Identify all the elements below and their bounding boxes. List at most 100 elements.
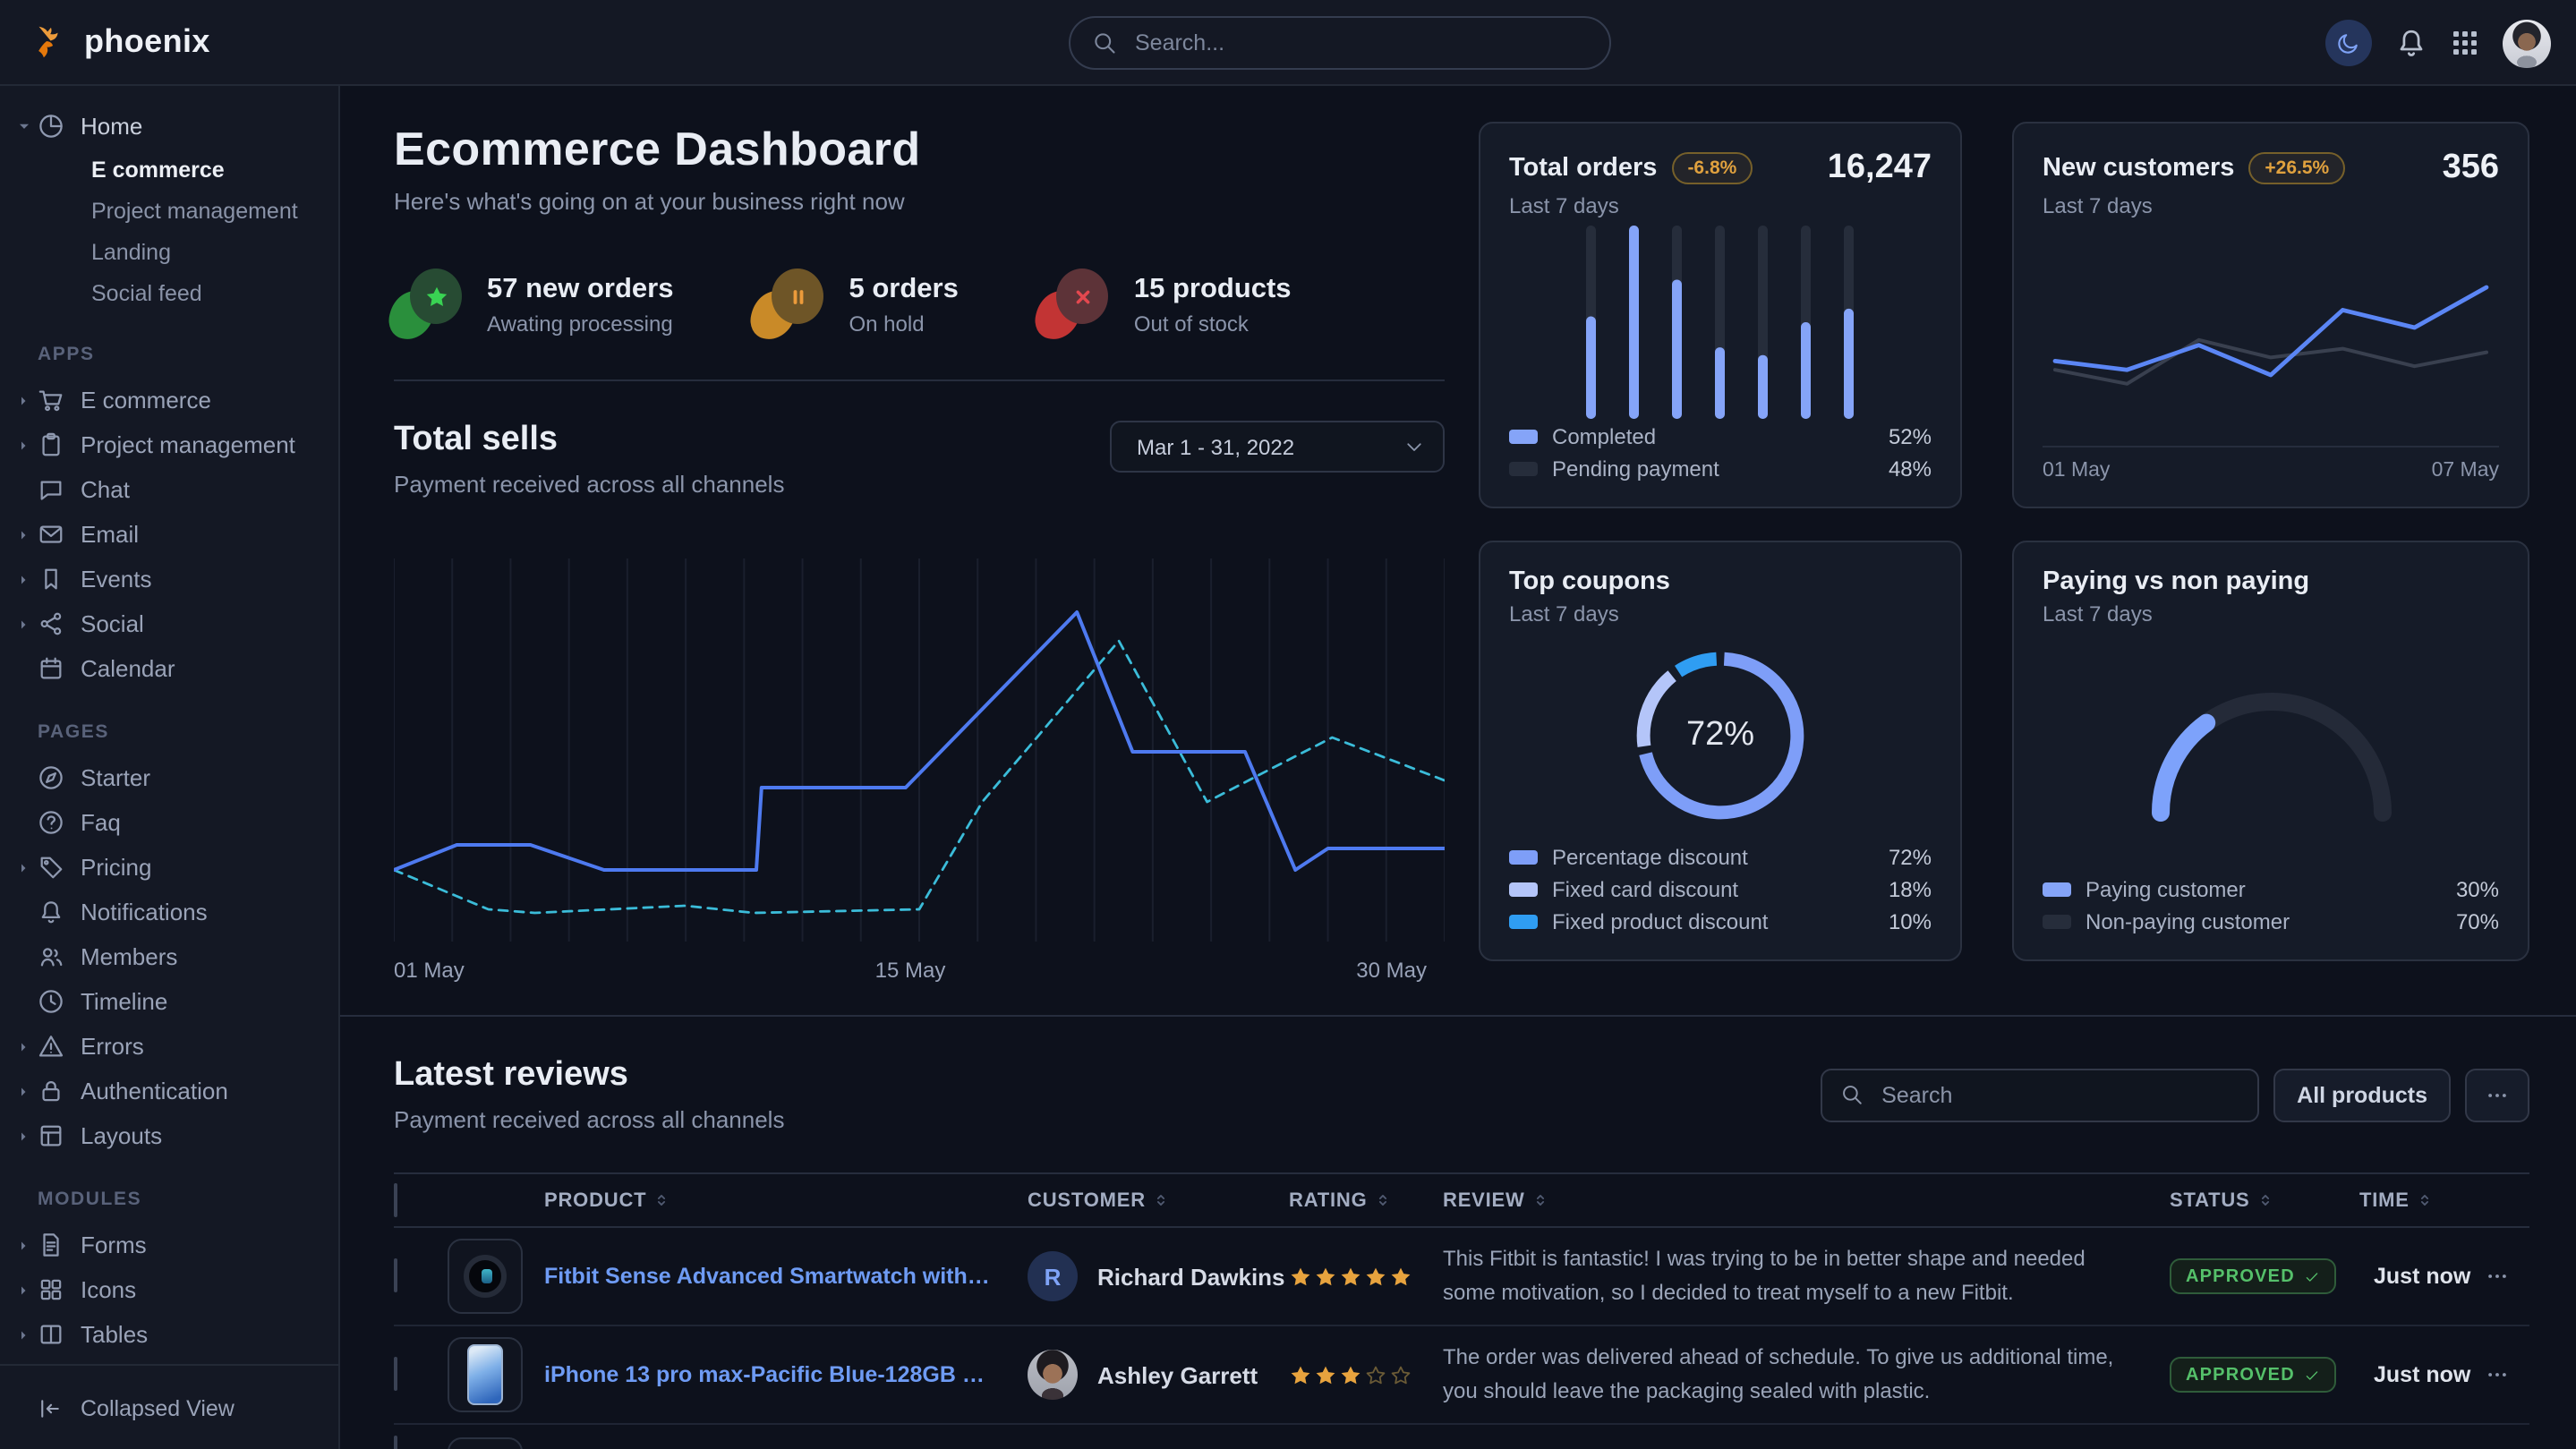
cart-icon [38, 387, 64, 413]
global-search-input[interactable] [1131, 29, 1588, 57]
column-header-status[interactable]: STATUS [2170, 1189, 2359, 1211]
total-orders-badge: -6.8% [1671, 152, 1753, 184]
legend-label: Pending payment [1552, 456, 1719, 482]
paying-gauge-chart [2043, 626, 2499, 877]
sidebar-item-social-feed[interactable]: Social feed [0, 272, 338, 313]
star-icon [1339, 1265, 1362, 1288]
sidebar: HomeE commerceProject managementLandingS… [0, 86, 340, 1449]
legend-value: 48% [1889, 456, 1932, 482]
customer-cell[interactable]: RRichard Dawkins [1028, 1251, 1289, 1301]
sidebar-item-faq[interactable]: Faq [0, 800, 338, 845]
reviews-search[interactable] [1821, 1068, 2259, 1121]
sidebar-item-layouts[interactable]: Layouts [0, 1113, 338, 1158]
product-thumbnail[interactable] [448, 1239, 523, 1314]
sidebar-item-members[interactable]: Members [0, 934, 338, 979]
product-thumbnail[interactable] [448, 1437, 523, 1449]
sidebar-item-timeline[interactable]: Timeline [0, 979, 338, 1024]
navbar-actions [2325, 0, 2551, 86]
watch-image [464, 1255, 507, 1298]
latest-reviews-section: Latest reviews Payment received across a… [340, 1015, 2576, 1449]
column-header-product[interactable]: PRODUCT [544, 1189, 1028, 1211]
reviews-table-header: PRODUCTCUSTOMER RATINGREVIEW STATUS TIME [394, 1172, 2529, 1228]
star-icon [1314, 1265, 1337, 1288]
caretright-icon [16, 1238, 30, 1252]
sidebar-item-label: E commerce [81, 387, 211, 413]
row-menu-button[interactable] [2467, 1264, 2529, 1289]
sidebar-item-components[interactable]: Components [0, 1357, 338, 1364]
bell-icon [2395, 27, 2427, 59]
sidebar-item-authentication[interactable]: Authentication [0, 1069, 338, 1113]
select-all-checkbox[interactable] [394, 1182, 397, 1216]
star-icon [1364, 1265, 1387, 1288]
sidebar-item-social[interactable]: Social [0, 601, 338, 646]
sidebar-item-project-management[interactable]: Project management [0, 422, 338, 467]
status-label: APPROVED [2186, 1366, 2295, 1385]
paying-title: Paying vs non paying [2043, 567, 2309, 596]
sidebar-item-label: Chat [81, 476, 130, 503]
sidebar-item-icons[interactable]: Icons [0, 1267, 338, 1312]
notifications-bell-button[interactable] [2395, 27, 2427, 59]
reviews-search-input[interactable] [1878, 1080, 2239, 1109]
collapsed-view-toggle[interactable]: Collapsed View [0, 1364, 338, 1449]
caret-right-icon [16, 572, 32, 586]
sidebar-item-forms[interactable]: Forms [0, 1223, 338, 1267]
page-title: Ecommerce Dashboard [394, 122, 1445, 177]
product-thumbnail[interactable] [448, 1337, 523, 1412]
column-header-time[interactable]: TIME [2359, 1189, 2467, 1211]
column-header-label: CUSTOMER [1028, 1189, 1146, 1211]
sidebar-item-pricing[interactable]: Pricing [0, 845, 338, 890]
legend-value: 52% [1889, 424, 1932, 449]
chat-icon [38, 476, 64, 503]
brand-logo[interactable]: phoenix [29, 21, 210, 63]
sidebar-item-project-management[interactable]: Project management [0, 190, 338, 231]
customer-avatar-initial: R [1028, 1251, 1078, 1301]
column-header-review[interactable]: REVIEW [1443, 1189, 2170, 1211]
row-checkbox[interactable] [394, 1357, 397, 1391]
legend-row: Paying customer30% [2043, 877, 2499, 902]
sidebar-item-notifications[interactable]: Notifications [0, 890, 338, 934]
row-menu-button[interactable] [2467, 1362, 2529, 1387]
dark-mode-toggle[interactable] [2325, 20, 2372, 66]
sidebar-item-email[interactable]: Email [0, 512, 338, 557]
sidebar-item-starter[interactable]: Starter [0, 755, 338, 800]
sidebar-item-e-commerce[interactable]: E commerce [0, 378, 338, 422]
dots-icon [2485, 1362, 2510, 1387]
top-coupons-title: Top coupons [1509, 567, 1670, 596]
date-range-select[interactable]: Mar 1 - 31, 2022 [1110, 421, 1445, 473]
customer-cell[interactable]: Ashley Garrett [1028, 1350, 1289, 1400]
sidebar-group-home[interactable]: Home [0, 104, 338, 149]
star-icon [1339, 1363, 1362, 1386]
legend-value: 30% [2456, 877, 2499, 902]
star-icon [1289, 1265, 1312, 1288]
sidebar-item-tables[interactable]: Tables [0, 1312, 338, 1357]
sidebar-item-calendar[interactable]: Calendar [0, 646, 338, 691]
reviews-more-button[interactable] [2465, 1068, 2529, 1121]
global-search[interactable] [1069, 16, 1611, 70]
review-text: The order was delivered ahead of schedul… [1443, 1342, 2170, 1408]
product-link[interactable]: Fitbit Sense Advanced Smartwatch with To… [544, 1264, 1028, 1289]
sidebar-item-landing[interactable]: Landing [0, 231, 338, 272]
row-checkbox[interactable] [394, 1436, 397, 1449]
doc-icon [38, 1232, 64, 1258]
all-products-button[interactable]: All products [2273, 1068, 2451, 1121]
search-icon [1840, 1083, 1864, 1106]
column-header-label: STATUS [2170, 1189, 2250, 1211]
sidebar-item-events[interactable]: Events [0, 557, 338, 601]
app-grid-button[interactable] [2451, 29, 2479, 57]
sidebar-item-chat[interactable]: Chat [0, 467, 338, 512]
top-coupons-donut-chart: 72% [1509, 626, 1932, 845]
column-header-customer[interactable]: CUSTOMER [1028, 1189, 1289, 1211]
sidebar-item-errors[interactable]: Errors [0, 1024, 338, 1069]
column-header-rating[interactable]: RATING [1289, 1189, 1443, 1211]
calendar-icon [38, 655, 64, 682]
new-customers-value: 356 [2443, 149, 2499, 188]
star-blob-icon [394, 268, 462, 340]
paying-legend: Paying customer30%Non-paying customer70% [2043, 877, 2499, 934]
sidebar-group-label: Home [81, 113, 142, 140]
user-avatar[interactable] [2503, 19, 2551, 67]
column-header-label: REVIEW [1443, 1189, 1525, 1211]
product-link[interactable]: iPhone 13 pro max-Pacific Blue-128GB sto… [544, 1362, 1028, 1387]
row-checkbox[interactable] [394, 1258, 397, 1292]
row-checkbox-cell [394, 1359, 448, 1391]
sidebar-item-e-commerce[interactable]: E commerce [0, 149, 338, 190]
